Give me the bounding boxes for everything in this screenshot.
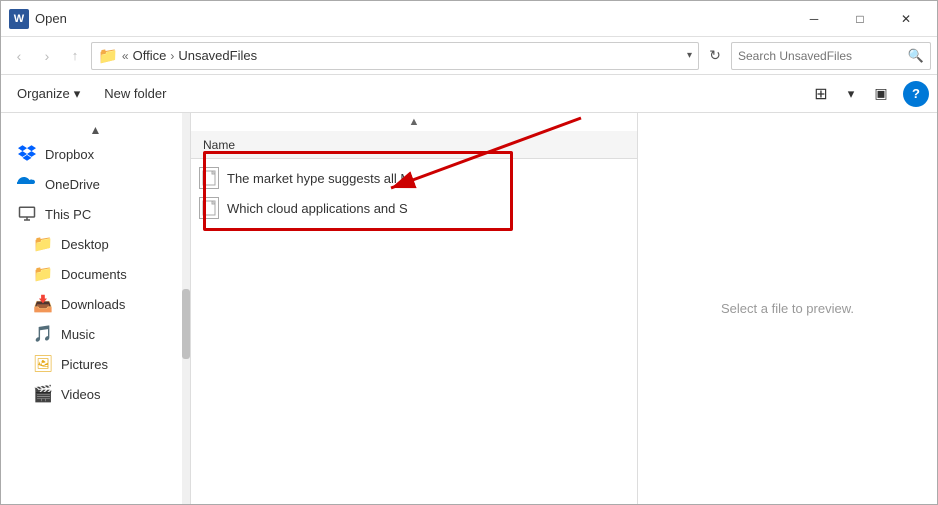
dropbox-icon (17, 144, 37, 164)
file-item-0[interactable]: The market hype suggests all M (191, 163, 637, 193)
sidebar-label-dropbox: Dropbox (45, 147, 94, 162)
file-area: ▲ Name The market hype suggests all M (191, 113, 637, 504)
toolbar: Organize ▾ New folder ⊞ ▾ ▣ ? (1, 75, 937, 113)
folder-icon: 📁 (98, 46, 118, 66)
desktop-folder-icon: 📁 (33, 234, 53, 254)
sidebar-scrollbar-thumb (182, 289, 190, 359)
path-dropdown-arrow: ▾ (687, 50, 692, 61)
sidebar-label-onedrive: OneDrive (45, 177, 100, 192)
file-list: The market hype suggests all M Which clo… (191, 159, 637, 504)
scroll-up-indicator: ▲ (1, 121, 190, 139)
downloads-folder-icon: 📥 (33, 294, 53, 314)
open-dialog: W Open ─ □ ✕ ‹ › ↑ 📁 « Office › UnsavedF… (0, 0, 938, 505)
search-box: 🔍 (731, 42, 931, 70)
pc-icon (17, 204, 37, 224)
file-name-1: Which cloud applications and S (227, 201, 629, 216)
refresh-button[interactable]: ↻ (703, 44, 727, 68)
sidebar-item-thispc[interactable]: This PC (1, 199, 190, 229)
search-icon: 🔍 (908, 48, 924, 64)
sidebar-item-downloads[interactable]: 📥 Downloads (1, 289, 190, 319)
word-icon: W (9, 9, 29, 29)
view-buttons: ⊞ ▾ ▣ (807, 81, 895, 107)
minimize-button[interactable]: ─ (791, 4, 837, 34)
search-input[interactable] (738, 49, 904, 63)
close-button[interactable]: ✕ (883, 4, 929, 34)
sidebar-item-documents[interactable]: 📁 Documents (1, 259, 190, 289)
sidebar: ▲ Dropbox OneDrive This PC (1, 113, 191, 504)
forward-button[interactable]: › (35, 44, 59, 68)
address-bar: ‹ › ↑ 📁 « Office › UnsavedFiles ▾ ↻ 🔍 (1, 37, 937, 75)
organize-button[interactable]: Organize ▾ (9, 81, 88, 107)
sidebar-item-desktop[interactable]: 📁 Desktop (1, 229, 190, 259)
file-item-1[interactable]: Which cloud applications and S (191, 193, 637, 223)
maximize-button[interactable]: □ (837, 4, 883, 34)
column-name-header[interactable]: Name (199, 138, 629, 152)
sidebar-label-desktop: Desktop (61, 237, 109, 252)
sidebar-label-downloads: Downloads (61, 297, 125, 312)
panel-view-button[interactable]: ▣ (867, 81, 895, 107)
file-area-wrapper: ▲ Name The market hype suggests all M (191, 113, 937, 504)
videos-folder-icon: 🎬 (33, 384, 53, 404)
up-button[interactable]: ↑ (63, 44, 87, 68)
preview-area: Select a file to preview. (637, 113, 937, 504)
file-list-scroll-indicator: ▲ (191, 113, 637, 131)
documents-folder-icon: 📁 (33, 264, 53, 284)
dialog-title: Open (35, 11, 67, 26)
file-list-header: Name (191, 131, 637, 159)
sidebar-label-thispc: This PC (45, 207, 91, 222)
address-path[interactable]: 📁 « Office › UnsavedFiles ▾ (91, 42, 699, 70)
file-name-0: The market hype suggests all M (227, 171, 629, 186)
sidebar-item-pictures[interactable]: 🖼 Pictures (1, 349, 190, 379)
sidebar-item-videos[interactable]: 🎬 Videos (1, 379, 190, 409)
file-icon-0 (199, 167, 219, 189)
preview-text: Select a file to preview. (721, 301, 854, 316)
title-bar-controls: ─ □ ✕ (791, 4, 929, 34)
help-button[interactable]: ? (903, 81, 929, 107)
sidebar-label-documents: Documents (61, 267, 127, 282)
new-folder-button[interactable]: New folder (96, 81, 174, 107)
sidebar-item-onedrive[interactable]: OneDrive (1, 169, 190, 199)
details-view-dropdown[interactable]: ▾ (837, 81, 865, 107)
main-area: ▲ Dropbox OneDrive This PC (1, 113, 937, 504)
music-folder-icon: 🎵 (33, 324, 53, 344)
onedrive-icon (17, 174, 37, 194)
path-office: Office (133, 48, 167, 63)
sidebar-label-videos: Videos (61, 387, 101, 402)
sidebar-item-dropbox[interactable]: Dropbox (1, 139, 190, 169)
path-unsaved: UnsavedFiles (178, 48, 257, 63)
title-bar: W Open ─ □ ✕ (1, 1, 937, 37)
sidebar-label-pictures: Pictures (61, 357, 108, 372)
pictures-folder-icon: 🖼 (33, 354, 53, 374)
grid-view-button[interactable]: ⊞ (807, 81, 835, 107)
back-button[interactable]: ‹ (7, 44, 31, 68)
sidebar-item-music[interactable]: 🎵 Music (1, 319, 190, 349)
file-icon-1 (199, 197, 219, 219)
sidebar-scrollbar[interactable] (182, 113, 190, 504)
sidebar-label-music: Music (61, 327, 95, 342)
